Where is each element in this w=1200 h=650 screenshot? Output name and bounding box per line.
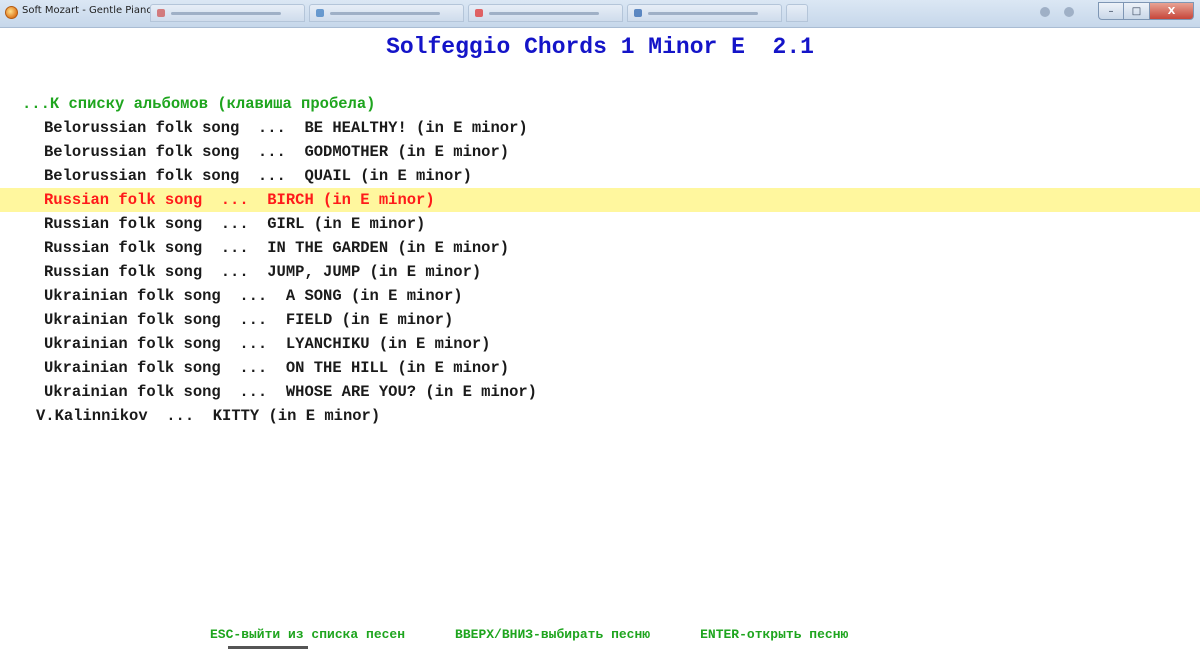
album-title: Solfeggio Chords 1 Minor E 2.1 bbox=[386, 34, 814, 60]
window-titlebar[interactable]: Soft Mozart - Gentle Piano – □ X bbox=[0, 0, 1200, 28]
window-title: Soft Mozart - Gentle Piano bbox=[22, 5, 153, 16]
arrows-hint: ВВЕРХ/ВНИЗ-выбирать песню bbox=[455, 627, 651, 642]
song-item[interactable]: Russian folk song ... IN THE GARDEN (in … bbox=[0, 236, 1200, 260]
minimize-button[interactable]: – bbox=[1098, 2, 1124, 20]
song-item[interactable]: Ukrainian folk song ... A SONG (in E min… bbox=[0, 284, 1200, 308]
song-item[interactable]: V.Kalinnikov ... KITTY (in E minor) bbox=[0, 404, 1200, 428]
footer-divider bbox=[228, 646, 308, 649]
back-to-albums-link[interactable]: ...К списку альбомов (клавиша пробела) bbox=[0, 92, 1200, 116]
background-tab-4[interactable] bbox=[627, 4, 782, 22]
song-item[interactable]: Belorussian folk song ... BE HEALTHY! (i… bbox=[0, 116, 1200, 140]
song-item[interactable]: Belorussian folk song ... QUAIL (in E mi… bbox=[0, 164, 1200, 188]
maximize-button[interactable]: □ bbox=[1124, 2, 1150, 20]
song-item[interactable]: Ukrainian folk song ... ON THE HILL (in … bbox=[0, 356, 1200, 380]
window-controls: – □ X bbox=[1098, 2, 1194, 20]
titlebar-settings-icon[interactable] bbox=[1064, 7, 1074, 17]
song-item-selected[interactable]: Russian folk song ... BIRCH (in E minor) bbox=[0, 188, 1200, 212]
enter-hint: ENTER-открыть песню bbox=[700, 627, 849, 642]
close-button[interactable]: X bbox=[1150, 2, 1194, 20]
song-list: ...К списку альбомов (клавиша пробела) B… bbox=[0, 92, 1200, 428]
new-tab-button[interactable] bbox=[786, 4, 808, 22]
background-tab-2[interactable] bbox=[309, 4, 464, 22]
song-item[interactable]: Russian folk song ... GIRL (in E minor) bbox=[0, 212, 1200, 236]
song-item[interactable]: Ukrainian folk song ... LYANCHIKU (in E … bbox=[0, 332, 1200, 356]
song-item[interactable]: Ukrainian folk song ... WHOSE ARE YOU? (… bbox=[0, 380, 1200, 404]
background-tab-1[interactable] bbox=[150, 4, 305, 22]
song-item[interactable]: Belorussian folk song ... GODMOTHER (in … bbox=[0, 140, 1200, 164]
keyboard-hints: ESC-выйти из списка песен ВВЕРХ/ВНИЗ-выб… bbox=[210, 627, 848, 642]
background-tab-3[interactable] bbox=[468, 4, 623, 22]
titlebar-extension-icon[interactable] bbox=[1040, 7, 1050, 17]
soft-mozart-app-icon bbox=[5, 6, 18, 19]
song-item[interactable]: Ukrainian folk song ... FIELD (in E mino… bbox=[0, 308, 1200, 332]
esc-hint: ESC-выйти из списка песен bbox=[210, 627, 406, 642]
taskbar-tabs bbox=[150, 4, 808, 22]
song-item[interactable]: Russian folk song ... JUMP, JUMP (in E m… bbox=[0, 260, 1200, 284]
titlebar-icons bbox=[1040, 7, 1074, 17]
